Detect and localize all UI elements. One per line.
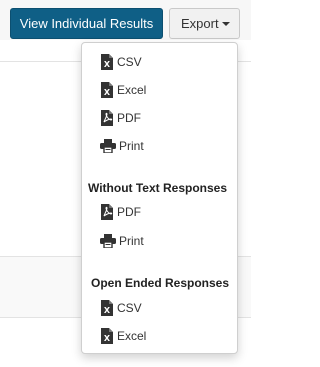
- svg-text:X: X: [104, 334, 111, 343]
- printer-icon: [100, 138, 116, 155]
- menu-item-print[interactable]: Print: [100, 137, 144, 155]
- menu-item-label: Excel: [117, 83, 147, 97]
- page: View Individual Results Export X CSV X E…: [0, 0, 251, 367]
- file-excel-icon: X: [100, 82, 114, 99]
- menu-item-pdf[interactable]: PDF: [100, 109, 141, 127]
- export-button-label: Export: [181, 16, 219, 31]
- section-header-open-ended-responses: Open Ended Responses: [91, 276, 230, 290]
- caret-down-icon: [221, 21, 230, 26]
- svg-text:X: X: [104, 306, 111, 315]
- menu-item-label: Print: [119, 234, 144, 248]
- printer-icon: [100, 233, 116, 250]
- menu-item-excel[interactable]: X Excel: [100, 81, 146, 99]
- file-excel-icon: X: [100, 328, 114, 345]
- file-pdf-icon: [100, 110, 114, 127]
- view-individual-results-button[interactable]: View Individual Results: [10, 8, 163, 39]
- menu-item-csv-open-ended[interactable]: X CSV: [100, 299, 142, 317]
- file-excel-icon: X: [100, 54, 114, 71]
- file-excel-icon: X: [100, 300, 114, 317]
- export-dropdown-button[interactable]: Export: [169, 8, 240, 39]
- svg-text:X: X: [104, 60, 111, 69]
- export-dropdown-menu: X CSV X Excel PDF Print Without Text Res…: [81, 42, 238, 354]
- menu-item-label: CSV: [117, 55, 142, 69]
- menu-item-label: CSV: [117, 301, 142, 315]
- menu-item-pdf-without-text[interactable]: PDF: [100, 203, 141, 221]
- menu-item-label: Print: [119, 139, 144, 153]
- menu-item-print-without-text[interactable]: Print: [100, 232, 144, 250]
- menu-item-csv[interactable]: X CSV: [100, 53, 142, 71]
- menu-item-excel-open-ended[interactable]: X Excel: [100, 327, 146, 345]
- svg-text:X: X: [104, 88, 111, 97]
- file-pdf-icon: [100, 204, 114, 221]
- menu-item-label: PDF: [117, 205, 141, 219]
- menu-item-label: PDF: [117, 111, 141, 125]
- menu-item-label: Excel: [117, 329, 147, 343]
- section-header-without-text-responses: Without Text Responses: [88, 181, 228, 195]
